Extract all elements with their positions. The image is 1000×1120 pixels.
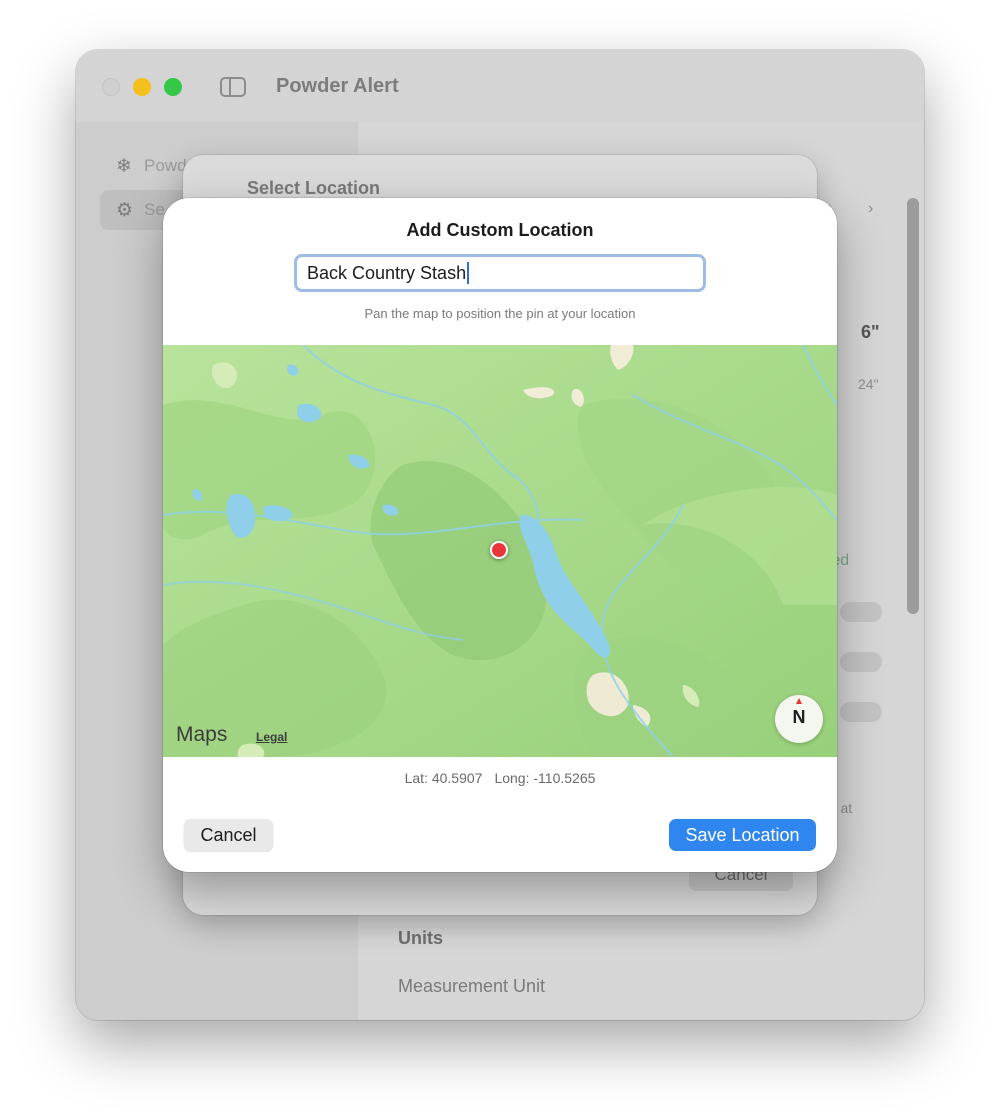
compass-icon[interactable]: N	[775, 695, 823, 743]
add-custom-location-dialog: Add Custom Location Back Country Stash P…	[163, 198, 837, 872]
pan-map-hint: Pan the map to position the pin at your …	[364, 306, 636, 321]
notification-toggle[interactable]	[840, 702, 882, 722]
measurement-unit-label: Measurement Unit	[398, 976, 546, 996]
compass-north-tick	[796, 698, 802, 704]
map-view[interactable]: Maps Legal N	[163, 345, 837, 757]
location-pin-icon	[490, 541, 508, 559]
units-heading: Units	[398, 928, 443, 948]
notification-toggle[interactable]	[840, 602, 882, 622]
sidebar-toggle-icon[interactable]	[220, 77, 246, 97]
compass-label: N	[792, 707, 806, 727]
sidebar-item-label: Powd	[144, 156, 187, 175]
apple-maps-logo: Maps	[175, 723, 227, 747]
chevron-right-icon: ›	[868, 200, 874, 217]
maps-attribution: Maps	[176, 723, 228, 746]
snow-max-value: 24"	[858, 376, 879, 392]
snowflake-icon: ❄	[116, 155, 132, 177]
close-window-button[interactable]	[102, 78, 120, 96]
gear-icon: ⚙	[116, 199, 134, 221]
sidebar-item-label: Se	[144, 200, 165, 219]
zoom-window-button[interactable]	[164, 78, 182, 96]
longitude-value: Long: -110.5265	[494, 770, 596, 786]
location-name-field[interactable]: Back Country Stash	[294, 254, 706, 292]
latitude-value: Lat: 40.5907	[404, 770, 483, 786]
dialog-title: Add Custom Location	[406, 220, 594, 240]
cancel-button[interactable]: Cancel	[184, 819, 273, 851]
location-name-value: Back Country Stash	[307, 262, 467, 283]
window-title: Powder Alert	[276, 75, 399, 97]
notification-toggle[interactable]	[840, 652, 882, 672]
select-location-title: Select Location	[247, 178, 381, 198]
save-location-button[interactable]: Save Location	[669, 819, 816, 851]
minimize-window-button[interactable]	[133, 78, 151, 96]
scrollbar[interactable]	[907, 198, 919, 614]
title-bar: Powder Alert	[76, 50, 924, 122]
coordinates-readout: Lat: 40.5907 Long: -110.5265	[163, 770, 837, 786]
text-caret	[467, 262, 470, 284]
snow-threshold-value: 6"	[861, 322, 880, 342]
legal-link[interactable]: Legal	[256, 730, 287, 744]
